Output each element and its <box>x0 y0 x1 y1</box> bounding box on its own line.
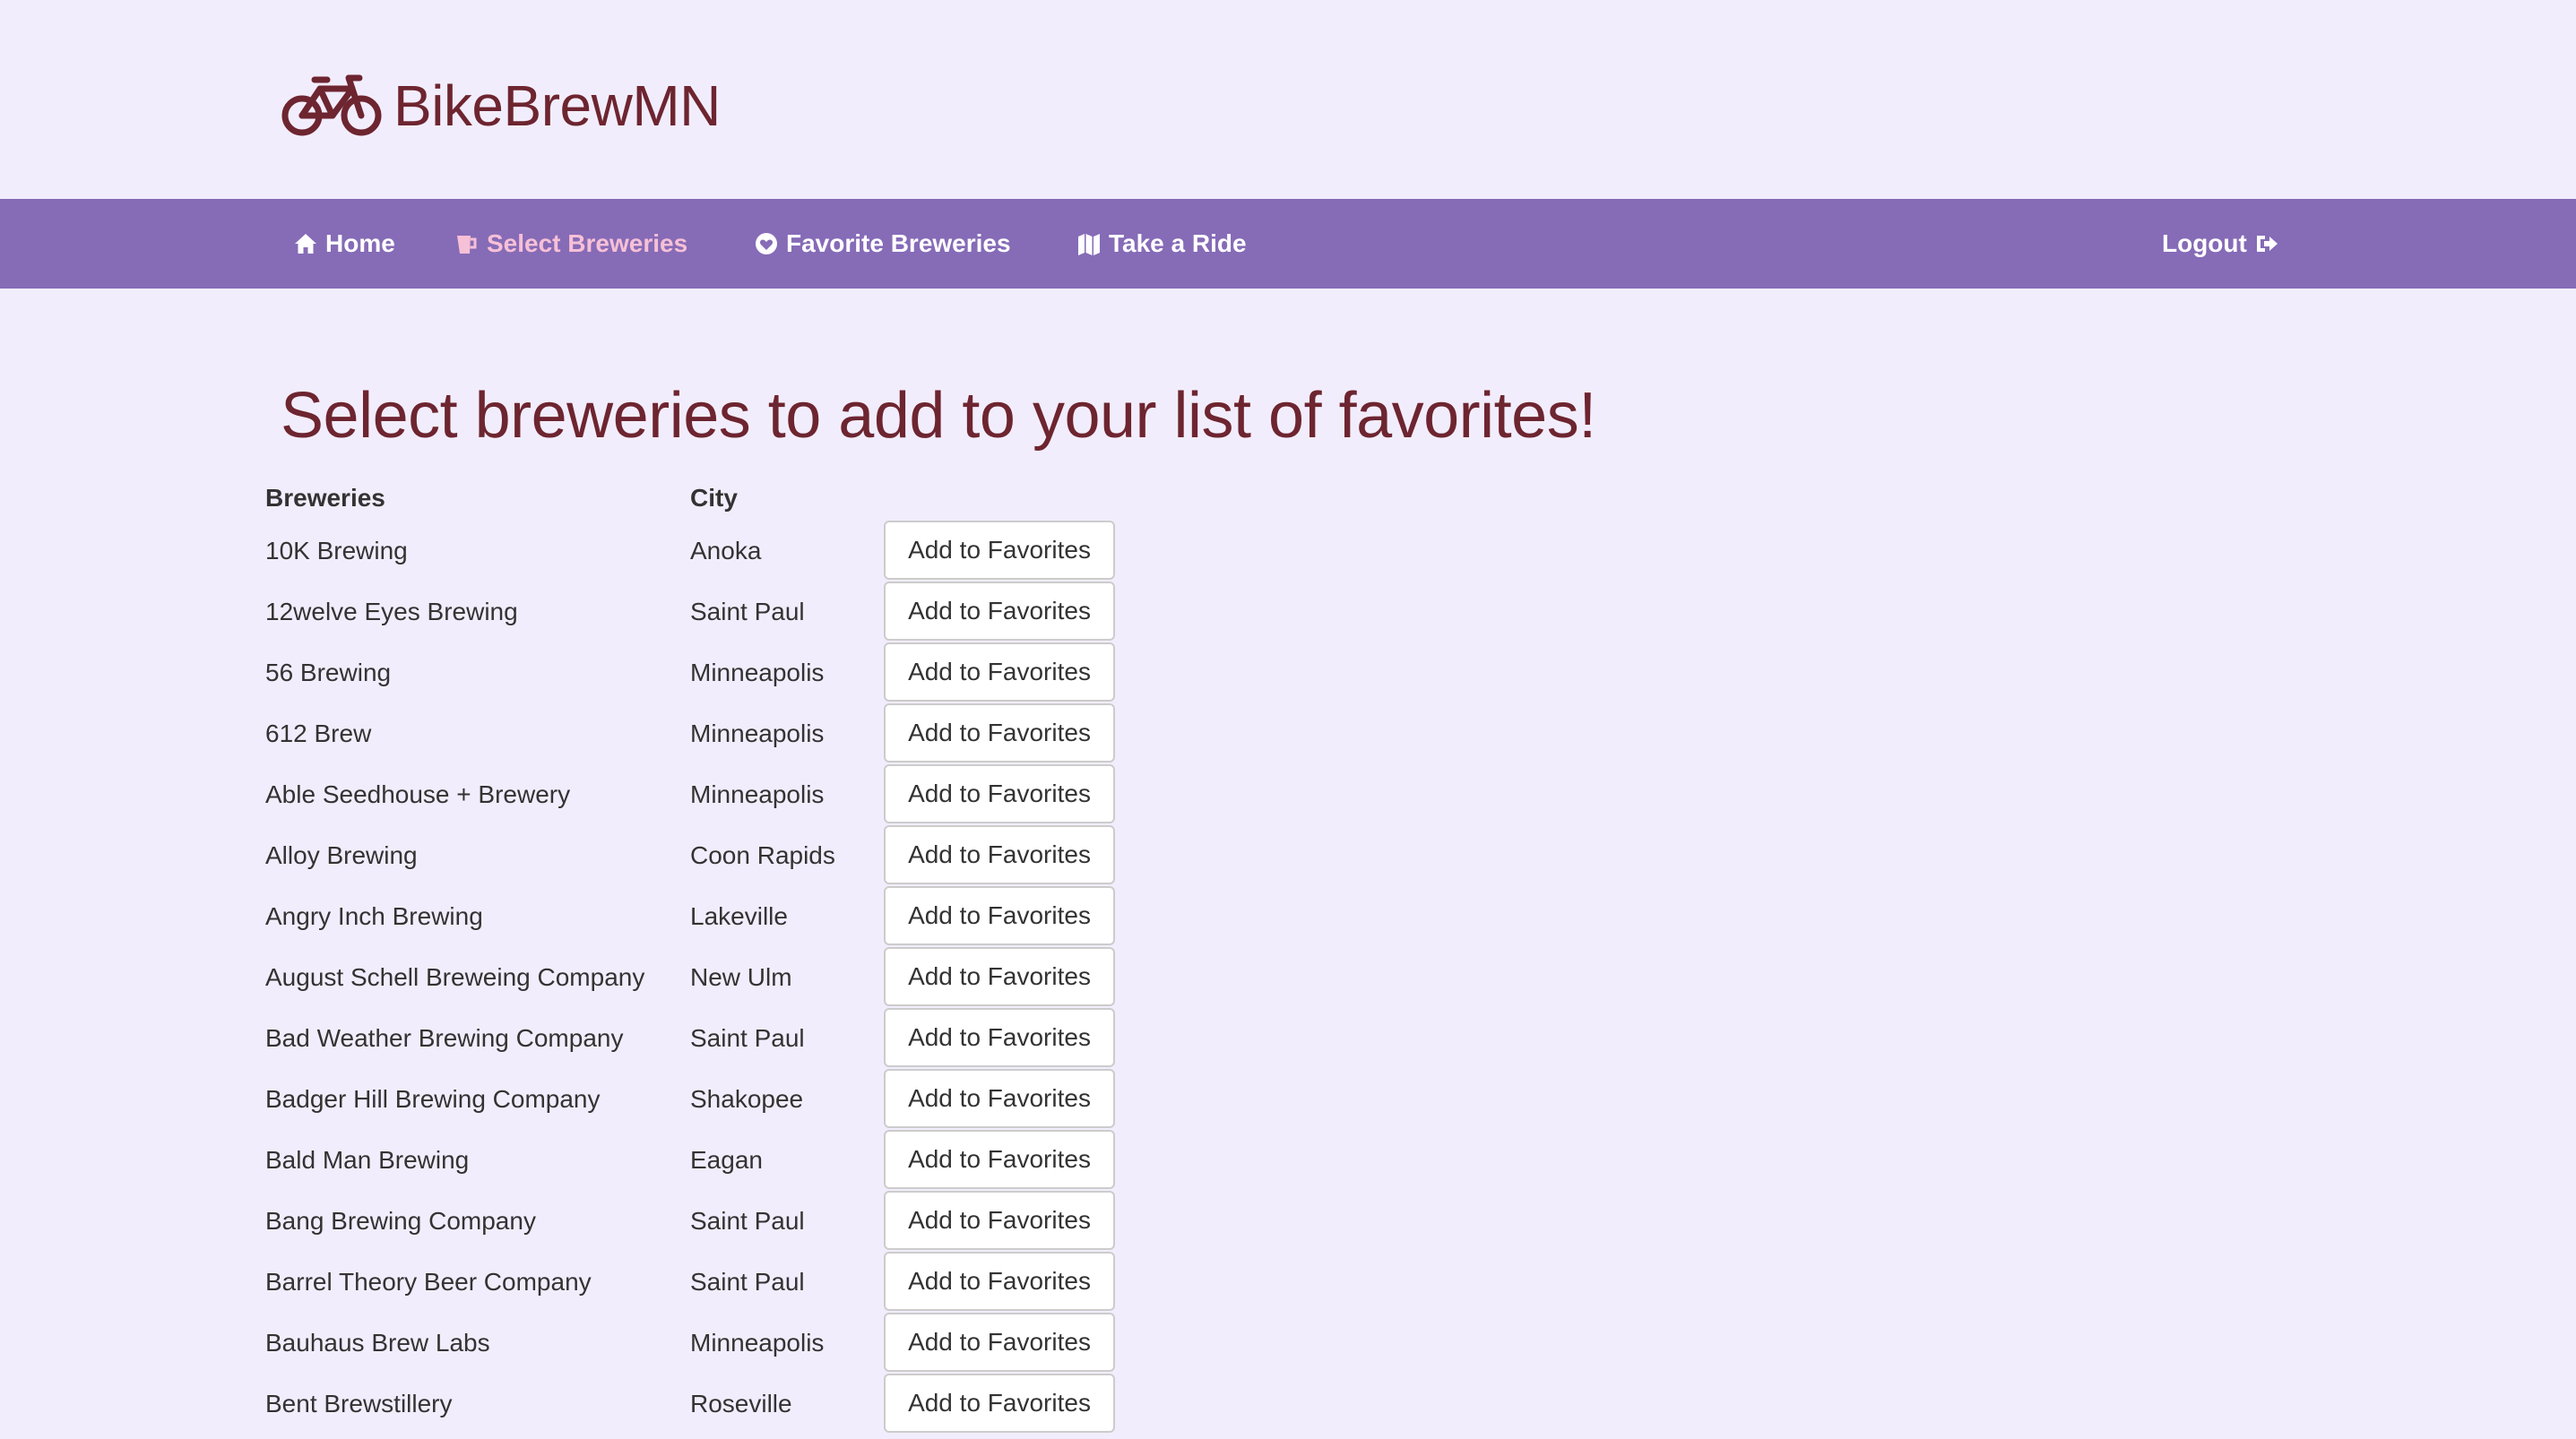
table-row: Bald Man Brewing Eagan Add to Favorites <box>0 1130 2576 1191</box>
add-to-favorites-button[interactable]: Add to Favorites <box>884 1008 1115 1067</box>
brewery-name: 10K Brewing <box>265 537 408 564</box>
brewery-city: Minneapolis <box>690 1329 825 1357</box>
nav-favorite-breweries[interactable]: Favorite Breweries <box>754 199 1011 289</box>
logout-label: Logout <box>2162 229 2247 257</box>
nav-favorite-breweries-label: Favorite Breweries <box>786 229 1011 257</box>
brewery-city: Lakeville <box>690 902 788 930</box>
table-row: Bang Brewing Company Saint Paul Add to Fav… <box>0 1191 2576 1252</box>
brewery-name: 612 Brew <box>265 720 372 747</box>
map-icon <box>1078 234 1100 255</box>
brewery-name: Barrel Theory Beer Company <box>265 1268 592 1296</box>
nav-select-breweries[interactable]: Select Breweries <box>454 199 687 289</box>
add-to-favorites-button[interactable]: Add to Favorites <box>884 825 1115 884</box>
brewery-name: Bald Man Brewing <box>265 1146 470 1174</box>
table-row: 12welve Eyes Brewing Saint Paul Add to Fav… <box>0 582 2576 642</box>
brewery-city: Saint Paul <box>690 1207 805 1235</box>
brewery-name: 12welve Eyes Brewing <box>265 598 518 625</box>
brewery-city: Roseville <box>690 1390 792 1417</box>
brand-logo[interactable]: BikeBrewMN <box>281 68 721 143</box>
home-icon <box>295 234 316 254</box>
brewery-name: August Schell Breweing Company <box>265 963 645 991</box>
table-row: 10K Brewing Anoka Add to Favorites <box>0 521 2576 582</box>
brewery-name: Alloy Brewing <box>265 841 418 869</box>
nav-select-breweries-label: Select Breweries <box>487 229 688 257</box>
nav-take-a-ride-label: Take a Ride <box>1109 229 1247 257</box>
brewery-city: Anoka <box>690 537 762 564</box>
add-to-favorites-button[interactable]: Add to Favorites <box>884 1374 1115 1433</box>
nav-home-label: Home <box>325 229 395 257</box>
add-to-favorites-button[interactable]: Add to Favorites <box>884 764 1115 823</box>
brewery-city: Saint Paul <box>690 598 805 625</box>
add-to-favorites-button[interactable]: Add to Favorites <box>884 947 1115 1006</box>
table-row: August Schell Breweing Company New Ulm Add… <box>0 947 2576 1008</box>
table-row: Angry Inch Brewing Lakeville Add to Favori… <box>0 886 2576 947</box>
nav-home[interactable]: Home <box>293 199 395 289</box>
brewery-name: Bauhaus Brew Labs <box>265 1329 490 1357</box>
page-title: Select breweries to add to your list of … <box>281 380 1596 452</box>
brewery-name: Angry Inch Brewing <box>265 902 483 930</box>
table-row: Able Seedhouse + Brewery Minneapolis Add t… <box>0 764 2576 825</box>
column-header-city: City <box>690 484 738 512</box>
brewery-name: Bang Brewing Company <box>265 1207 536 1235</box>
brand-name: BikeBrewMN <box>393 73 721 138</box>
brewery-city: Minneapolis <box>690 720 825 747</box>
add-to-favorites-button[interactable]: Add to Favorites <box>884 1252 1115 1311</box>
add-to-favorites-button[interactable]: Add to Favorites <box>884 521 1115 580</box>
table-row: 56 Brewing Minneapolis Add to Favorites <box>0 642 2576 703</box>
brewery-city: Eagan <box>690 1146 763 1174</box>
add-to-favorites-button[interactable]: Add to Favorites <box>884 1069 1115 1128</box>
brewery-name: Bent Brewstillery <box>265 1390 453 1417</box>
brewery-city: Minneapolis <box>690 659 825 686</box>
add-to-favorites-button[interactable]: Add to Favorites <box>884 1313 1115 1372</box>
sign-out-icon <box>2256 236 2278 252</box>
add-to-favorites-button[interactable]: Add to Favorites <box>884 642 1115 702</box>
table-row: Bad Weather Brewing Company Saint Paul Add… <box>0 1008 2576 1069</box>
add-to-favorites-button[interactable]: Add to Favorites <box>884 1191 1115 1250</box>
logout-link[interactable]: Logout <box>2162 199 2279 289</box>
add-to-favorites-button[interactable]: Add to Favorites <box>884 703 1115 763</box>
brewery-name: Badger Hill Brewing Company <box>265 1085 601 1113</box>
add-to-favorites-button[interactable]: Add to Favorites <box>884 1130 1115 1189</box>
brewery-name: 56 Brewing <box>265 659 392 686</box>
main-navbar: Home Select Breweries Favorite Breweries… <box>0 199 2576 289</box>
table-row: Barrel Theory Beer Company Saint Paul Add … <box>0 1252 2576 1313</box>
nav-take-a-ride[interactable]: Take a Ride <box>1076 199 1247 289</box>
brewery-city: Coon Rapids <box>690 841 835 869</box>
bicycle-icon <box>281 74 382 136</box>
table-row: Bauhaus Brew Labs Minneapolis Add to Favor… <box>0 1313 2576 1374</box>
brewery-name: Able Seedhouse + Brewery <box>265 780 571 808</box>
brewery-name: Bad Weather Brewing Company <box>265 1024 624 1052</box>
table-row: Alloy Brewing Coon Rapids Add to Favorites <box>0 825 2576 886</box>
table-row: Badger Hill Brewing Company Shakopee Add t… <box>0 1069 2576 1130</box>
add-to-favorites-button[interactable]: Add to Favorites <box>884 582 1115 641</box>
column-header-breweries: Breweries <box>265 484 385 512</box>
brewery-city: New Ulm <box>690 963 792 991</box>
beer-icon <box>457 236 477 254</box>
table-row: 612 Brew Minneapolis Add to Favorites <box>0 703 2576 764</box>
table-row: Bent Brewstillery Roseville Add to Favorit… <box>0 1374 2576 1435</box>
site-header: BikeBrewMN <box>0 0 2576 199</box>
brewery-city: Minneapolis <box>690 780 825 808</box>
brewery-city: Saint Paul <box>690 1024 805 1052</box>
brewery-city: Shakopee <box>690 1085 804 1113</box>
brewery-city: Saint Paul <box>690 1268 805 1296</box>
add-to-favorites-button[interactable]: Add to Favorites <box>884 886 1115 945</box>
heart-icon <box>756 233 777 254</box>
